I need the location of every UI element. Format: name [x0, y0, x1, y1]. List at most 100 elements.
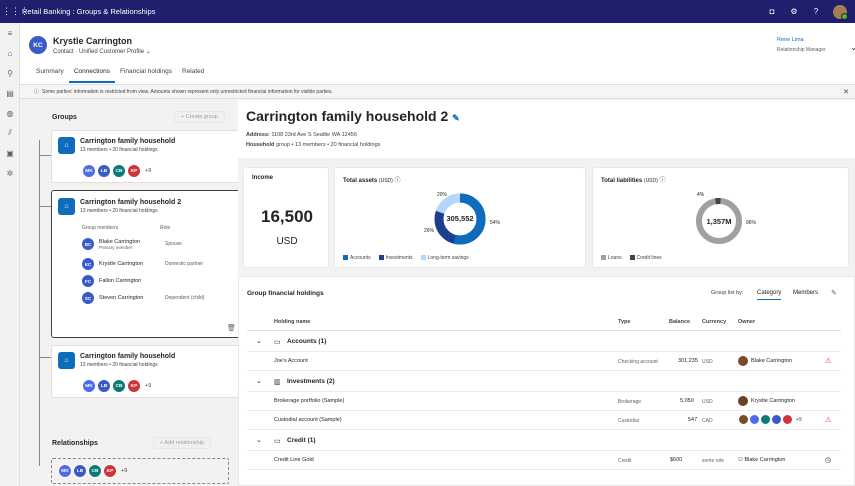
user-avatar[interactable] [833, 4, 848, 20]
list-by-members[interactable]: Members [793, 290, 818, 296]
category-row-credit[interactable]: ⌄ ▭ Credit (1) [247, 430, 841, 451]
legend-item: Long-term savings [420, 255, 469, 261]
category-row-investments[interactable]: ⌄ ▥ Investments (2) [247, 371, 841, 392]
banner-text: Some parties' information is restricted … [42, 88, 333, 95]
group-summary: 13 members • 20 financial holdings [80, 147, 158, 153]
waffle-icon[interactable]: ⋮⋮⋮ [2, 6, 29, 17]
hamburger-menu-icon[interactable]: ≡ [0, 23, 20, 43]
holding-name[interactable]: Credit Line Gold [274, 457, 314, 463]
info-icon[interactable]: ⓘ [659, 178, 665, 184]
pin-icon[interactable]: ⚲ [0, 63, 20, 83]
table-row[interactable]: Custodial account (Sample) Custodial 547… [247, 411, 841, 430]
tab-summary[interactable]: Summary [31, 68, 69, 83]
household-title-text: Carrington family household 2 [246, 108, 449, 124]
liabilities-legend: Loans Credit lines [601, 255, 662, 261]
relationships-title: Relationships [52, 440, 98, 447]
avatar[interactable]: CB [112, 379, 126, 393]
pct-loans: 96% [746, 220, 757, 226]
chart-icon[interactable]: ⫽ [0, 123, 20, 143]
lightbulb-icon[interactable]: ◘ [767, 7, 777, 16]
col-type[interactable]: Type [618, 319, 630, 325]
close-icon[interactable]: ✕ [843, 88, 849, 96]
owner-name: Krystle Carrington [751, 398, 796, 404]
chevron-down-icon[interactable]: ⌄ [256, 377, 262, 385]
holding-owner[interactable]: Blake Carrington [738, 356, 792, 366]
more-members-count[interactable]: +9 [145, 168, 151, 174]
info-icon[interactable]: ⓘ [394, 178, 400, 184]
table-row[interactable]: Credit Line Gold Credit $600 some role ⚇… [247, 451, 841, 470]
table-row[interactable]: Joe's Account Checking account 301,235 U… [247, 352, 841, 371]
edit-icon[interactable]: ✎ [452, 113, 460, 123]
more-members-count[interactable]: +9 [145, 383, 151, 389]
avatar[interactable]: MK [58, 464, 72, 478]
list-icon[interactable]: ▤ [0, 83, 20, 103]
chevron-down-icon[interactable]: ⌄ [256, 337, 262, 345]
briefcase-icon[interactable]: ▣ [0, 143, 20, 163]
avatar[interactable]: LB [97, 379, 111, 393]
avatar[interactable]: CB [112, 164, 126, 178]
type-label: Household [246, 142, 275, 148]
col-balance[interactable]: Balance [669, 319, 690, 325]
delete-icon[interactable]: 🗑 [227, 324, 236, 332]
info-icon: ⓘ [34, 89, 40, 95]
owner-avatar [782, 414, 793, 425]
list-by-category[interactable]: Category [757, 290, 782, 300]
tab-financial-holdings[interactable]: Financial holdings [115, 68, 177, 83]
tab-related[interactable]: Related [177, 68, 209, 83]
member-name: Fallon Carrington [99, 278, 142, 284]
holding-owner[interactable]: Krystle Carrington [738, 396, 795, 406]
home-icon[interactable]: ⌂ [0, 43, 20, 63]
holding-owners[interactable]: +9 [738, 414, 802, 425]
group-card[interactable]: ⌂ Carrington family household 13 members… [51, 130, 248, 183]
group-name: Carrington family household 2 [80, 199, 182, 206]
contact-subtitle[interactable]: Contact · Unified Customer Profile ⌄ [53, 48, 151, 55]
warning-icon[interactable]: ⚠ [825, 357, 831, 365]
relationship-drop-zone[interactable]: MK LB CB KP +9 [51, 458, 229, 484]
group-card-selected[interactable]: ⌂ Carrington family household 2 13 membe… [51, 190, 248, 338]
col-holding-name[interactable]: Holding name [274, 319, 310, 325]
avatar[interactable]: LB [97, 164, 111, 178]
add-relationship-button[interactable]: + Add relationship [153, 437, 211, 449]
col-owner[interactable]: Owner [738, 319, 755, 325]
member-row[interactable]: SC Steven Carrington Dependent (child) [82, 292, 204, 304]
group-card[interactable]: ⌂ Carrington family household 13 members… [51, 345, 248, 398]
member-row[interactable]: FC Fallon Carrington [82, 275, 159, 287]
settings-icon[interactable]: ✲ [0, 163, 20, 183]
avatar[interactable]: KP [127, 164, 141, 178]
col-currency[interactable]: Currency [702, 319, 726, 325]
avatar[interactable]: CB [88, 464, 102, 478]
holding-name[interactable]: Custodial account (Sample) [274, 417, 342, 423]
relationship-avatars: MK LB CB KP +9 [58, 464, 127, 478]
member-name: Krystle Carrington [99, 261, 144, 267]
holding-name[interactable]: Brokerage portfolio (Sample) [274, 398, 344, 404]
tab-connections[interactable]: Connections [68, 68, 115, 83]
income-label: Income [252, 175, 274, 181]
chevron-down-icon[interactable]: ⌄ [146, 49, 151, 55]
table-row[interactable]: Brokerage portfolio (Sample) Brokerage 5… [247, 392, 841, 411]
globe-icon[interactable]: ◍ [0, 103, 20, 123]
avatar[interactable]: KP [103, 464, 117, 478]
clock-icon[interactable]: ◷ [825, 456, 831, 464]
member-row[interactable]: BC Blake Carrington Primary member Spouse [82, 238, 182, 250]
avatar[interactable]: MK [82, 164, 96, 178]
create-group-button[interactable]: + Create group [174, 111, 225, 123]
avatar[interactable]: MK [82, 379, 96, 393]
avatar[interactable]: LB [73, 464, 87, 478]
category-row-accounts[interactable]: ⌄ ▭ Accounts (1) [247, 332, 841, 352]
warning-icon[interactable]: ⚠ [825, 416, 831, 424]
help-icon[interactable]: ? [811, 7, 821, 16]
owner-field[interactable]: Rene Lima Relationship Manager ⌄ [777, 37, 855, 53]
legend-item: Investments [378, 255, 413, 261]
chevron-down-icon[interactable]: ⌄ [256, 436, 262, 444]
avatar[interactable]: KP [127, 379, 141, 393]
owner-name[interactable]: Rene Lima [777, 37, 839, 43]
income-unit: USD [276, 236, 298, 247]
edit-icon[interactable]: ✎ [831, 289, 837, 297]
settings-gear-icon[interactable]: ⚙ [789, 7, 799, 16]
more-members-count[interactable]: +9 [121, 468, 127, 474]
holding-name[interactable]: Joe's Account [274, 358, 308, 364]
holding-owner[interactable]: ⚇ Blake Carrington [738, 457, 785, 463]
chevron-down-icon[interactable]: ⌄ [850, 43, 855, 52]
member-row[interactable]: KC Krystle Carrington Domestic partner [82, 258, 203, 270]
pct-savings: 20% [437, 192, 448, 198]
